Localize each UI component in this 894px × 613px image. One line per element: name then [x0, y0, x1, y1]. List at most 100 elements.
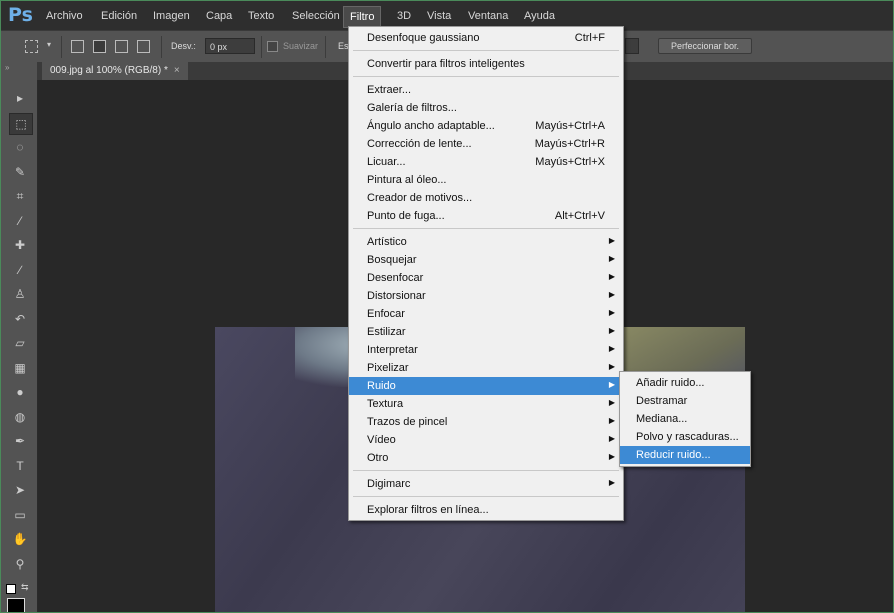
- filter-menu-item-textura[interactable]: Textura ▶: [349, 395, 623, 413]
- document-tab-title: 009.jpg al 100% (RGB/8) *: [50, 65, 168, 76]
- collapse-panel-icon[interactable]: »: [5, 63, 9, 72]
- menu-ventana[interactable]: Ventana: [468, 10, 508, 22]
- move-tool-icon[interactable]: ▸: [9, 88, 31, 108]
- foreground-color-swatch[interactable]: [7, 598, 25, 612]
- noise-menu-item-destramar[interactable]: Destramar: [620, 392, 750, 410]
- gradient-tool-icon[interactable]: ▦: [9, 358, 31, 378]
- filter-menu-item-trazos-de-pincel[interactable]: Trazos de pincel ▶: [349, 413, 623, 431]
- filter-menu-item-interpretar[interactable]: Interpretar ▶: [349, 341, 623, 359]
- zoom-tool-icon[interactable]: ⚲: [9, 554, 31, 574]
- eyedropper-tool-icon[interactable]: ⁄: [9, 211, 31, 231]
- menu-filtro[interactable]: Filtro: [343, 6, 382, 28]
- filter-menu-item-desenfoque-gaussiano[interactable]: Desenfoque gaussiano Ctrl+F: [349, 29, 623, 47]
- filter-menu-item-angulo-ancho-adaptable[interactable]: Ángulo ancho adaptable... Mayús+Ctrl+A: [349, 117, 623, 135]
- new-selection-icon[interactable]: [71, 40, 84, 53]
- filter-menu-item-correccion-de-lente[interactable]: Corrección de lente... Mayús+Ctrl+R: [349, 135, 623, 153]
- filter-menu-item-galeria-de-filtros[interactable]: Galería de filtros...: [349, 99, 623, 117]
- type-tool-icon[interactable]: T: [9, 456, 31, 476]
- filter-menu-item-convertir-para-filtros-inteligentes[interactable]: Convertir para filtros inteligentes: [349, 55, 623, 73]
- submenu-arrow-icon: ▶: [608, 452, 615, 461]
- filter-menu-item-pintura-al-oleo[interactable]: Pintura al óleo...: [349, 171, 623, 189]
- noise-menu-item-anadir-ruido[interactable]: Añadir ruido...: [620, 374, 750, 392]
- separator: [61, 36, 62, 58]
- submenu-arrow-icon: ▶: [608, 254, 615, 263]
- intersect-selection-icon[interactable]: [137, 40, 150, 53]
- crop-tool-icon[interactable]: ⌗: [9, 186, 31, 206]
- height-input[interactable]: [625, 38, 639, 54]
- tools-panel: » ▸ ⬚ ◌ ✎ ⌗ ⁄ ✚ ∕ ♙ ↶ ▱ ▦ ● ◍ ✒ T ➤ ▭ ✋ ⚲ ⇆: [1, 62, 38, 612]
- filter-menu-item-video[interactable]: Vídeo ▶: [349, 431, 623, 449]
- menu-item-label: Añadir ruido...: [636, 377, 705, 389]
- lasso-tool-icon[interactable]: ◌: [9, 137, 31, 157]
- menu-item-label: Destramar: [636, 395, 688, 407]
- brush-tool-icon[interactable]: ∕: [9, 260, 31, 280]
- submenu-arrow-icon: ▶: [608, 290, 615, 299]
- filter-menu-item-digimarc[interactable]: Digimarc ▶: [349, 475, 623, 493]
- submenu-arrow-icon: ▶: [608, 434, 615, 443]
- filter-menu-item-punto-de-fuga[interactable]: Punto de fuga... Alt+Ctrl+V: [349, 207, 623, 225]
- marquee-preset-icon[interactable]: [25, 40, 38, 53]
- menu-seleccion[interactable]: Selección: [292, 10, 340, 22]
- add-to-selection-icon[interactable]: [93, 40, 106, 53]
- subtract-selection-icon[interactable]: [115, 40, 128, 53]
- menu-texto[interactable]: Texto: [248, 10, 274, 22]
- noise-menu-item-mediana[interactable]: Mediana...: [620, 410, 750, 428]
- filter-menu-item-extraer[interactable]: Extraer...: [349, 81, 623, 99]
- menu-separator: [353, 496, 619, 497]
- menu-vista[interactable]: Vista: [427, 10, 451, 22]
- pen-tool-icon[interactable]: ✒: [9, 431, 31, 451]
- filter-menu-item-distorsionar[interactable]: Distorsionar ▶: [349, 287, 623, 305]
- filter-menu-item-explorar-filtros-en-linea[interactable]: Explorar filtros en línea...: [349, 501, 623, 519]
- separator: [325, 36, 326, 58]
- filter-menu-item-enfocar[interactable]: Enfocar ▶: [349, 305, 623, 323]
- quick-selection-tool-icon[interactable]: ✎: [9, 162, 31, 182]
- antialias-checkbox[interactable]: [267, 41, 278, 52]
- default-colors-icon[interactable]: [6, 584, 16, 594]
- refine-edge-button[interactable]: Perfeccionar bor.: [658, 38, 752, 54]
- menu-capa[interactable]: Capa: [206, 10, 232, 22]
- feather-input[interactable]: 0 px: [205, 38, 255, 54]
- menu-item-label: Punto de fuga...: [367, 210, 445, 222]
- menu-item-shortcut: Mayús+Ctrl+X: [535, 156, 605, 168]
- close-tab-icon[interactable]: ×: [174, 65, 180, 76]
- filter-menu-item-licuar[interactable]: Licuar... Mayús+Ctrl+X: [349, 153, 623, 171]
- rectangle-tool-icon[interactable]: ▭: [9, 505, 31, 525]
- menu-item-label: Reducir ruido...: [636, 449, 711, 461]
- dodge-tool-icon[interactable]: ◍: [9, 407, 31, 427]
- noise-submenu: Añadir ruido... Destramar Mediana... Polvo …: [619, 371, 751, 467]
- preset-dropdown-icon[interactable]: ▾: [47, 40, 51, 49]
- marquee-tool-icon[interactable]: ⬚: [9, 112, 33, 135]
- menu-edicion[interactable]: Edición: [101, 10, 137, 22]
- eraser-tool-icon[interactable]: ▱: [9, 333, 31, 353]
- document-tab[interactable]: 009.jpg al 100% (RGB/8) * ×: [42, 62, 188, 80]
- noise-menu-item-polvo-y-rascaduras[interactable]: Polvo y rascaduras...: [620, 428, 750, 446]
- filter-menu-item-artistico[interactable]: Artístico ▶: [349, 233, 623, 251]
- filter-menu-item-desenfocar[interactable]: Desenfocar ▶: [349, 269, 623, 287]
- filter-menu-item-creador-de-motivos[interactable]: Creador de motivos...: [349, 189, 623, 207]
- noise-menu-item-reducir-ruido[interactable]: Reducir ruido...: [620, 446, 750, 464]
- menu-item-label: Distorsionar: [367, 290, 426, 302]
- menu-imagen[interactable]: Imagen: [153, 10, 190, 22]
- path-selection-tool-icon[interactable]: ➤: [9, 480, 31, 500]
- menu-item-shortcut: Mayús+Ctrl+A: [535, 120, 605, 132]
- menu-item-label: Galería de filtros...: [367, 102, 457, 114]
- menu-item-label: Trazos de pincel: [367, 416, 448, 428]
- menu-item-label: Vídeo: [367, 434, 396, 446]
- menu-3d[interactable]: 3D: [397, 10, 411, 22]
- filter-menu-item-bosquejar[interactable]: Bosquejar ▶: [349, 251, 623, 269]
- filter-menu-item-ruido[interactable]: Ruido ▶: [349, 377, 623, 395]
- filter-menu-item-estilizar[interactable]: Estilizar ▶: [349, 323, 623, 341]
- filter-menu-item-pixelizar[interactable]: Pixelizar ▶: [349, 359, 623, 377]
- menu-item-label: Creador de motivos...: [367, 192, 473, 204]
- hand-tool-icon[interactable]: ✋: [9, 529, 31, 549]
- filter-menu-item-otro[interactable]: Otro ▶: [349, 449, 623, 467]
- history-brush-tool-icon[interactable]: ↶: [9, 309, 31, 329]
- healing-brush-tool-icon[interactable]: ✚: [9, 235, 31, 255]
- swap-colors-icon[interactable]: ⇆: [21, 582, 29, 593]
- menu-ayuda[interactable]: Ayuda: [524, 10, 555, 22]
- blur-tool-icon[interactable]: ●: [9, 382, 31, 402]
- clone-stamp-tool-icon[interactable]: ♙: [9, 284, 31, 304]
- menu-archivo[interactable]: Archivo: [46, 10, 83, 22]
- menu-item-label: Licuar...: [367, 156, 406, 168]
- menu-item-label: Artístico: [367, 236, 407, 248]
